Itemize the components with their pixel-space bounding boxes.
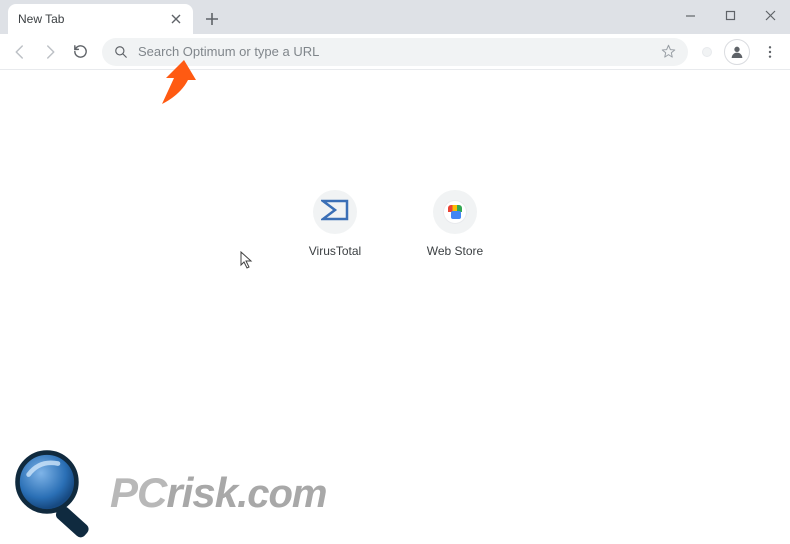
magnifier-icon	[12, 447, 104, 539]
window-controls	[670, 0, 790, 30]
reload-button[interactable]	[66, 38, 94, 66]
search-icon	[114, 45, 128, 59]
shortcut-label: Web Store	[415, 244, 495, 258]
close-tab-icon[interactable]	[169, 12, 183, 26]
extension-indicator[interactable]	[702, 47, 712, 57]
address-bar[interactable]	[102, 38, 688, 66]
kebab-menu-icon[interactable]	[756, 38, 784, 66]
shortcut-virustotal[interactable]: VirusTotal	[295, 190, 375, 258]
toolbar	[0, 34, 790, 70]
back-button[interactable]	[6, 38, 34, 66]
tab-title: New Tab	[18, 12, 169, 26]
tab-strip: New Tab	[0, 0, 790, 34]
virustotal-icon	[321, 199, 349, 226]
webstore-icon	[443, 200, 467, 224]
maximize-button[interactable]	[710, 0, 750, 30]
close-window-button[interactable]	[750, 0, 790, 30]
shortcut-webstore[interactable]: Web Store	[415, 190, 495, 258]
mouse-cursor-icon	[240, 251, 254, 274]
watermark: PCrisk.com	[12, 447, 326, 539]
shortcuts-row: VirusTotal Web Store	[295, 190, 495, 258]
watermark-text: PCrisk.com	[110, 469, 326, 517]
minimize-button[interactable]	[670, 0, 710, 30]
shortcut-tile	[433, 190, 477, 234]
forward-button[interactable]	[36, 38, 64, 66]
profile-button[interactable]	[724, 39, 750, 65]
new-tab-button[interactable]	[199, 6, 225, 32]
shortcut-label: VirusTotal	[295, 244, 375, 258]
browser-tab[interactable]: New Tab	[8, 4, 193, 34]
omnibox-input[interactable]	[138, 44, 651, 59]
bookmark-star-icon[interactable]	[661, 44, 676, 59]
shortcut-tile	[313, 190, 357, 234]
